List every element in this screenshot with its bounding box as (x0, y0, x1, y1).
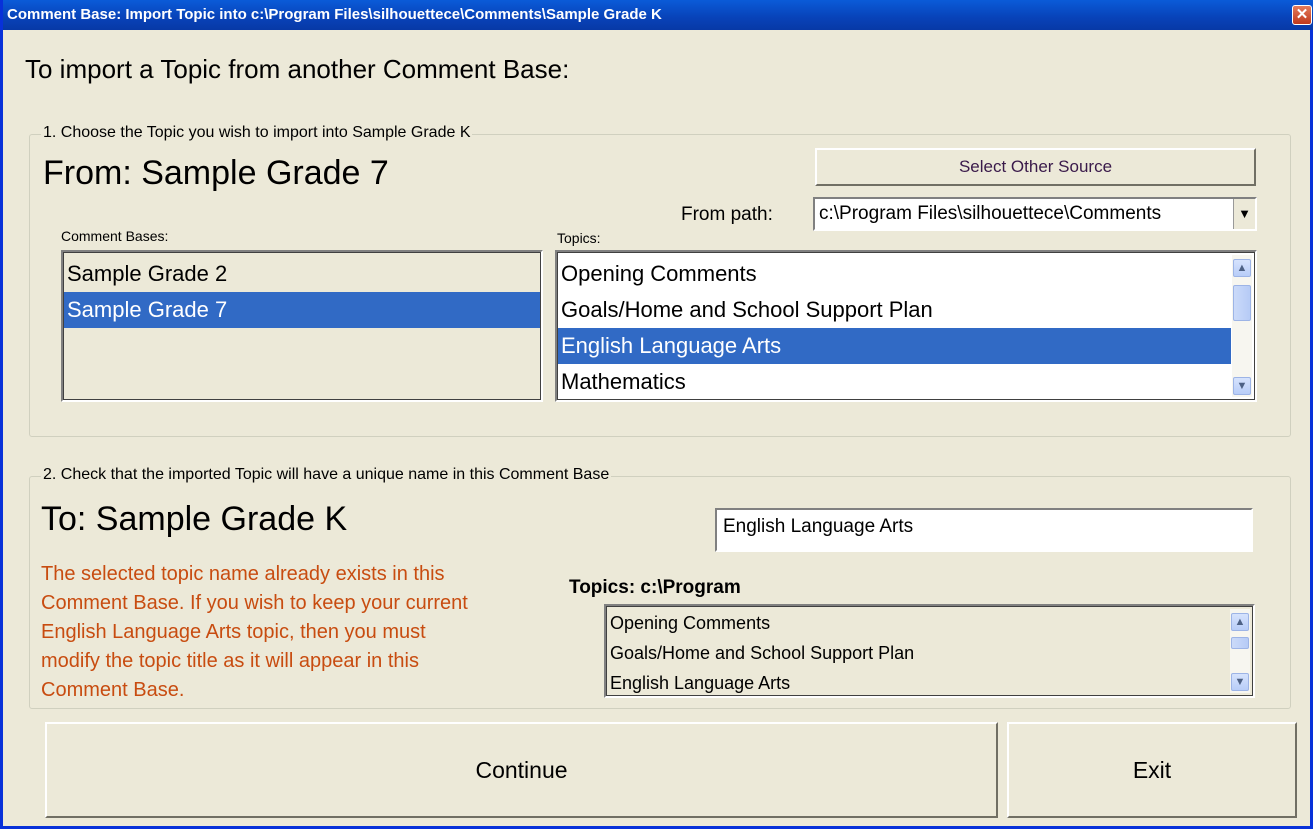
list-item[interactable]: Opening Comments (606, 608, 1229, 638)
chevron-down-icon[interactable]: ▼ (1231, 673, 1249, 691)
import-topic-dialog: Comment Base: Import Topic into c:\Progr… (0, 0, 1313, 829)
from-path-label: From path: (681, 204, 773, 225)
exit-button[interactable]: Exit (1007, 722, 1297, 818)
select-other-source-button[interactable]: Select Other Source (815, 148, 1256, 186)
source-topics-list[interactable]: Opening Comments Goals/Home and School S… (555, 250, 1257, 402)
chevron-up-icon[interactable]: ▲ (1233, 259, 1251, 277)
topics-label: Topics: (557, 230, 601, 246)
target-topics-list[interactable]: Opening Comments Goals/Home and School S… (604, 604, 1255, 698)
target-topics-header: Topics: c:\Program (569, 577, 741, 598)
comment-bases-label: Comment Bases: (61, 228, 169, 244)
section2-legend: 2. Check that the imported Topic will ha… (41, 466, 612, 484)
scroll-thumb[interactable] (1233, 285, 1251, 321)
scroll-thumb[interactable] (1231, 637, 1249, 649)
from-title: From: Sample Grade 7 (43, 154, 389, 192)
continue-button[interactable]: Continue (45, 722, 998, 818)
list-item[interactable]: Mathematics (557, 364, 1231, 400)
list-item[interactable]: Opening Comments (557, 256, 1231, 292)
section1-legend: 1. Choose the Topic you wish to import i… (41, 124, 473, 142)
source-topics-scrollbar[interactable]: ▲ ▼ (1232, 255, 1252, 397)
page-heading: To import a Topic from another Comment B… (25, 54, 570, 84)
target-topics-scrollbar[interactable]: ▲ ▼ (1230, 609, 1250, 693)
list-item[interactable]: English Language Arts (606, 668, 1229, 696)
list-item[interactable]: Goals/Home and School Support Plan (557, 292, 1231, 328)
list-item[interactable]: Sample Grade 7 (63, 292, 541, 328)
window-title: Comment Base: Import Topic into c:\Progr… (7, 6, 662, 23)
title-bar: Comment Base: Import Topic into c:\Progr… (3, 0, 1313, 30)
topic-name-input[interactable]: English Language Arts (715, 508, 1253, 552)
duplicate-name-warning: The selected topic name already exists i… (41, 563, 468, 701)
list-item[interactable]: Goals/Home and School Support Plan (606, 638, 1229, 668)
from-path-dropdown[interactable]: c:\Program Files\silhouettece\Comments ▼ (813, 197, 1257, 231)
list-item[interactable]: Sample Grade 2 (63, 256, 541, 292)
list-item[interactable]: English Language Arts (557, 328, 1231, 364)
comment-bases-list[interactable]: Sample Grade 2 Sample Grade 7 (61, 250, 543, 402)
to-title: To: Sample Grade K (41, 500, 348, 538)
from-path-value: c:\Program Files\silhouettece\Comments (819, 203, 1162, 224)
triangle-down-icon[interactable]: ▼ (1233, 199, 1255, 229)
chevron-up-icon[interactable]: ▲ (1231, 613, 1249, 631)
close-icon[interactable]: ✕ (1292, 5, 1312, 25)
chevron-down-icon[interactable]: ▼ (1233, 377, 1251, 395)
